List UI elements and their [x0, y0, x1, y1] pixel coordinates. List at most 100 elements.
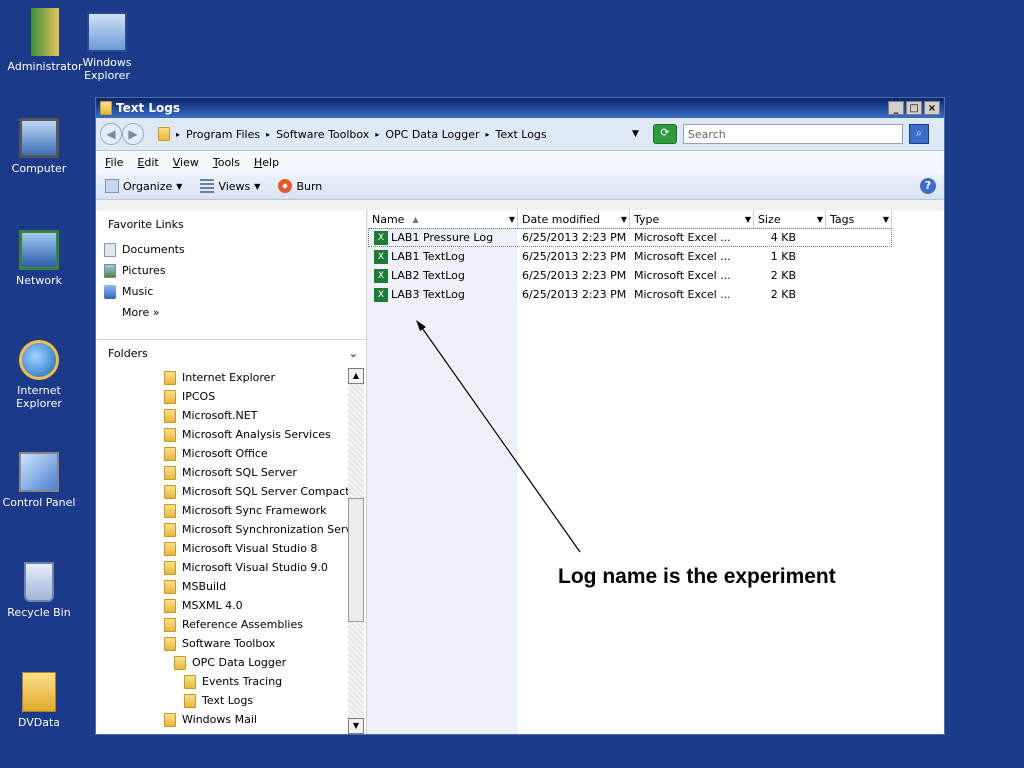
views-button[interactable]: Views ▼: [200, 179, 260, 193]
computer-icon: [19, 118, 59, 158]
refresh-button[interactable]: ⟳: [652, 124, 677, 144]
favorite-label: Pictures: [122, 264, 166, 277]
tree-item[interactable]: Microsoft SQL Server: [96, 463, 350, 482]
tree-item[interactable]: Microsoft Visual Studio 8: [96, 539, 350, 558]
forward-button[interactable]: ▶: [122, 123, 144, 145]
file-cell-type: Microsoft Excel ...: [634, 288, 731, 301]
breadcrumb-item[interactable]: OPC Data Logger: [385, 128, 479, 141]
tree-item[interactable]: Software Toolbox: [96, 634, 350, 653]
file-name: LAB2 TextLog: [391, 269, 465, 282]
organize-label: Organize: [123, 179, 173, 193]
favorite-label: Documents: [122, 243, 185, 256]
column-filter-icon[interactable]: ▼: [509, 215, 515, 224]
desktop-icon-computer[interactable]: Computer: [0, 118, 84, 175]
file-row[interactable]: X LAB1 Pressure Log 6/25/2013 2:23 PM Micro…: [368, 228, 892, 247]
tree-item[interactable]: Microsoft.NET: [96, 406, 350, 425]
explorer-shortcut-icon: [87, 12, 127, 52]
tree-item[interactable]: Reference Assemblies: [96, 615, 350, 634]
breadcrumb[interactable]: ▸ Program Files ▸ Software Toolbox ▸ OPC…: [158, 123, 628, 145]
tree-item[interactable]: Microsoft SQL Server Compact E: [96, 482, 350, 501]
close-button[interactable]: ×: [924, 101, 940, 115]
folders-pane: Folders ⌄ Internet Explorer IPCOS Microsof…: [96, 344, 366, 734]
desktop-icon-dvdata[interactable]: DVData: [0, 672, 84, 729]
breadcrumb-item[interactable]: Text Logs: [496, 128, 547, 141]
tree-item[interactable]: IPCOS: [96, 387, 350, 406]
music-icon: [104, 284, 116, 299]
breadcrumb-item[interactable]: Software Toolbox: [276, 128, 369, 141]
desktop-icon-control-panel[interactable]: Control Panel: [0, 452, 84, 509]
folder-icon: [164, 541, 176, 556]
desktop-icon-internet-explorer[interactable]: Internet Explorer: [0, 340, 84, 410]
column-filter-icon[interactable]: ▼: [745, 215, 751, 224]
pictures-icon: [104, 263, 116, 278]
desktop-icon-label: DVData: [17, 716, 61, 729]
tree-item[interactable]: Windows Mail: [96, 710, 350, 729]
menu-view[interactable]: View: [173, 156, 199, 169]
favorite-documents[interactable]: Documents: [104, 239, 366, 260]
column-header-row: Name ▲ ▼ Date modified ▼ Type ▼ Size ▼ T…: [368, 210, 892, 229]
folder-tree: Internet Explorer IPCOS Microsoft.NET Micro…: [96, 368, 350, 734]
tree-item-label: MSXML 4.0: [182, 599, 243, 612]
scroll-down-icon[interactable]: ▼: [348, 718, 364, 734]
burn-label: Burn: [296, 179, 323, 193]
tree-item[interactable]: Microsoft Analysis Services: [96, 425, 350, 444]
help-icon[interactable]: ?: [920, 178, 936, 194]
breadcrumb-item[interactable]: Program Files: [186, 128, 260, 141]
menu-edit[interactable]: Edit: [137, 156, 158, 169]
tree-item[interactable]: Microsoft Synchronization Servi: [96, 520, 350, 539]
back-button[interactable]: ◀: [100, 123, 122, 145]
column-header-size[interactable]: Size ▼: [754, 210, 826, 228]
folders-label: Folders: [108, 347, 148, 360]
tree-item[interactable]: Microsoft Visual Studio 9.0: [96, 558, 350, 577]
tree-item[interactable]: Internet Explorer: [96, 368, 350, 387]
file-row[interactable]: X LAB2 TextLog 6/25/2013 2:23 PM Microsoft …: [368, 266, 892, 285]
menu-tools[interactable]: Tools: [213, 156, 240, 169]
folder-tree-scrollbar[interactable]: ▲ ▼: [348, 368, 364, 734]
tree-item[interactable]: MSBuild: [96, 577, 350, 596]
column-filter-icon[interactable]: ▼: [817, 215, 823, 224]
column-filter-icon[interactable]: ▼: [621, 215, 627, 224]
file-row[interactable]: X LAB1 TextLog 6/25/2013 2:23 PM Microsoft …: [368, 247, 892, 266]
file-cell-modified: 6/25/2013 2:23 PM: [522, 231, 627, 244]
tree-item[interactable]: Microsoft Office: [96, 444, 350, 463]
column-header-date-modified[interactable]: Date modified ▼: [518, 210, 630, 228]
breadcrumb-arrow-icon[interactable]: ▸: [375, 130, 379, 139]
search-button[interactable]: ⌕: [908, 124, 929, 144]
tree-item[interactable]: MSXML 4.0: [96, 596, 350, 615]
folders-header[interactable]: Folders ⌄: [96, 344, 366, 365]
desktop-icon-network[interactable]: Network: [0, 230, 84, 287]
organize-button[interactable]: Organize ▼: [105, 179, 182, 193]
tree-item[interactable]: OPC Data Logger: [96, 653, 350, 672]
column-filter-icon[interactable]: ▼: [883, 215, 889, 224]
menu-file[interactable]: File: [105, 156, 123, 169]
tree-item[interactable]: Text Logs: [96, 691, 350, 710]
desktop-icon-recycle-bin[interactable]: Recycle Bin: [0, 562, 84, 619]
desktop-icon-windows-explorer[interactable]: Windows Explorer: [77, 12, 137, 82]
organize-icon: [105, 179, 119, 193]
scrollbar-thumb[interactable]: [348, 498, 364, 622]
back-arrow-icon: ◀: [106, 127, 116, 141]
search-input[interactable]: Search: [682, 124, 903, 144]
more-link[interactable]: More »: [122, 302, 366, 323]
maximize-button[interactable]: □: [906, 101, 922, 115]
burn-button[interactable]: Burn: [278, 179, 322, 193]
favorite-pictures[interactable]: Pictures: [104, 260, 366, 281]
file-row[interactable]: X LAB3 TextLog 6/25/2013 2:23 PM Microsoft …: [368, 285, 892, 304]
breadcrumb-arrow-icon[interactable]: ▸: [486, 130, 490, 139]
tree-item[interactable]: Events Tracing: [96, 672, 350, 691]
favorite-music[interactable]: Music: [104, 281, 366, 302]
column-header-type[interactable]: Type ▼: [630, 210, 754, 228]
folder-icon: [100, 101, 112, 115]
breadcrumb-arrow-icon[interactable]: ▸: [266, 130, 270, 139]
title-bar[interactable]: Text Logs _ □ ×: [96, 98, 944, 118]
address-dropdown-icon[interactable]: ▼: [632, 129, 639, 139]
menu-help[interactable]: Help: [254, 156, 279, 169]
tree-item-label: Microsoft Visual Studio 9.0: [182, 561, 328, 574]
minimize-button[interactable]: _: [888, 101, 904, 115]
column-header-tags[interactable]: Tags ▼: [826, 210, 892, 228]
scroll-up-icon[interactable]: ▲: [348, 368, 364, 384]
breadcrumb-arrow-icon[interactable]: ▸: [176, 130, 180, 139]
file-cell-type: Microsoft Excel ...: [634, 250, 731, 263]
tree-item[interactable]: Microsoft Sync Framework: [96, 501, 350, 520]
column-header-name[interactable]: Name ▲ ▼: [368, 210, 518, 228]
